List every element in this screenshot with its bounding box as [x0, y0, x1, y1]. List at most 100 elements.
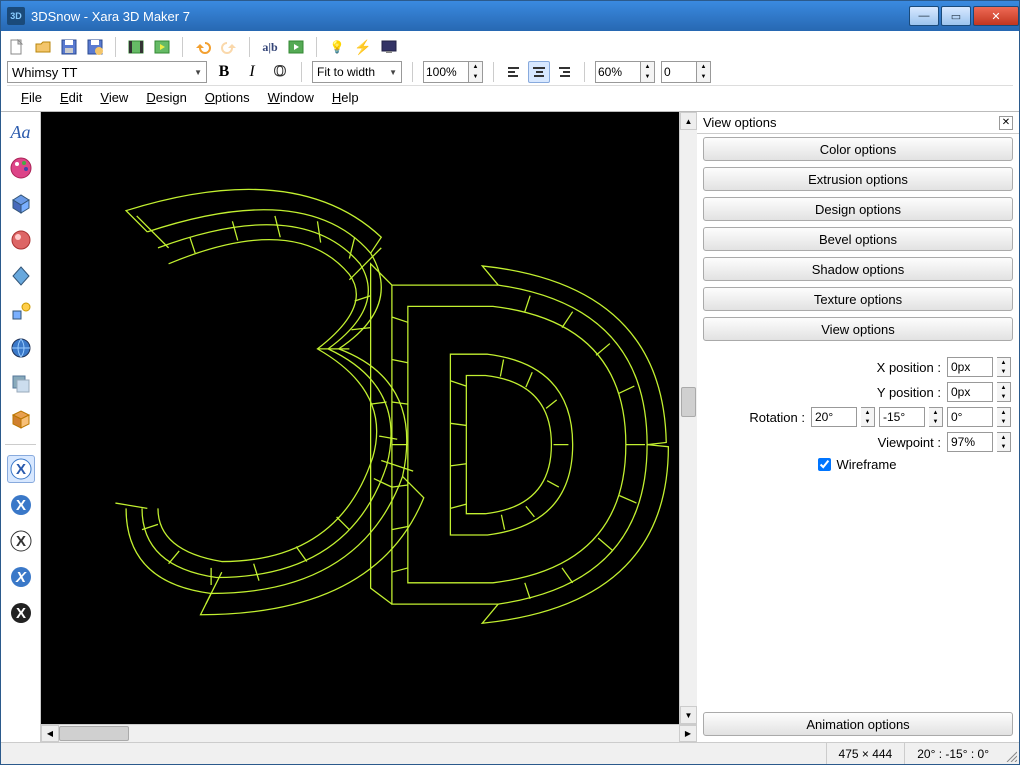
zoom-spinner[interactable]: ▲▼ — [423, 61, 483, 83]
y-position-input[interactable] — [947, 382, 993, 402]
rotation-x-spinner[interactable]: ▲▼ — [861, 407, 875, 427]
save-as-icon[interactable] — [85, 37, 105, 57]
animation-icon[interactable] — [126, 37, 146, 57]
redo-icon[interactable] — [219, 37, 239, 57]
rotation-y-spinner[interactable]: ▲▼ — [929, 407, 943, 427]
close-button[interactable]: ✕ — [973, 6, 1019, 26]
toolbar-row-1: a|b 💡 ⚡ — [7, 35, 1013, 59]
zoom-up[interactable]: ▲ — [469, 62, 482, 72]
align-center-button[interactable] — [528, 61, 550, 83]
material-tool[interactable] — [7, 226, 35, 254]
view-options-button[interactable]: View options — [703, 317, 1013, 341]
stretch-spinner[interactable]: ▲▼ — [595, 61, 655, 83]
rotation-z-spinner[interactable]: ▲▼ — [997, 407, 1011, 427]
new-icon[interactable] — [7, 37, 27, 57]
menu-file[interactable]: File — [21, 90, 42, 105]
bulb-icon[interactable]: 💡 — [327, 37, 347, 57]
rotation-z-input[interactable] — [947, 407, 993, 427]
text-tool-icon[interactable]: a|b — [260, 37, 280, 57]
shadow-options-button[interactable]: Shadow options — [703, 257, 1013, 281]
x-position-spinner[interactable]: ▲▼ — [997, 357, 1011, 377]
color-options-button[interactable]: Color options — [703, 137, 1013, 161]
rotation-x-input[interactable] — [811, 407, 857, 427]
shadow-tool[interactable] — [7, 370, 35, 398]
menu-view[interactable]: View — [100, 90, 128, 105]
x-brand-5[interactable]: X — [7, 599, 35, 627]
vertical-scrollbar[interactable]: ▲ ▼ — [679, 112, 697, 724]
y-position-spinner[interactable]: ▲▼ — [997, 382, 1011, 402]
menu-help[interactable]: Help — [332, 90, 359, 105]
panel-header: View options ✕ — [697, 112, 1019, 134]
toolbar-area: a|b 💡 ⚡ Whimsy TT ▼ B I O Fit to width ▼ — [1, 31, 1019, 112]
menu-window[interactable]: Window — [268, 90, 314, 105]
outline-button[interactable]: O — [269, 61, 291, 83]
resize-grip-icon[interactable] — [1001, 743, 1019, 764]
rotation-y-input[interactable] — [879, 407, 925, 427]
stretch-input[interactable] — [595, 61, 641, 83]
content-area: Aa X X X X X — [1, 112, 1019, 742]
viewpoint-input[interactable] — [947, 432, 993, 452]
window-title: 3DSnow - Xara 3D Maker 7 — [31, 9, 907, 24]
stretch-up[interactable]: ▲ — [641, 62, 654, 72]
zoom-down[interactable]: ▼ — [469, 72, 482, 82]
zoom-input[interactable] — [423, 61, 469, 83]
x-brand-1[interactable]: X — [7, 455, 35, 483]
maximize-button[interactable]: ▭ — [941, 6, 971, 26]
x-brand-4[interactable]: X — [7, 563, 35, 591]
scroll-down-icon[interactable]: ▼ — [680, 706, 697, 724]
hscroll-thumb[interactable] — [59, 726, 129, 741]
status-dimensions: 475 × 444 — [826, 743, 905, 764]
texture-options-button[interactable]: Texture options — [703, 287, 1013, 311]
panel-title: View options — [703, 115, 776, 130]
offset-input[interactable] — [661, 61, 697, 83]
bevel-tool[interactable] — [7, 262, 35, 290]
design-options-button[interactable]: Design options — [703, 197, 1013, 221]
scroll-right-icon[interactable]: ▶ — [679, 725, 697, 742]
palette-tool[interactable] — [7, 154, 35, 182]
align-left-button[interactable] — [504, 61, 526, 83]
fit-select[interactable]: Fit to width ▼ — [312, 61, 402, 83]
text-style-tool[interactable]: Aa — [7, 118, 35, 146]
open-icon[interactable] — [33, 37, 53, 57]
minimize-button[interactable]: — — [909, 6, 939, 26]
x-position-input[interactable] — [947, 357, 993, 377]
view-tool[interactable] — [7, 406, 35, 434]
fit-value: Fit to width — [317, 65, 375, 79]
menu-design[interactable]: Design — [146, 90, 186, 105]
flash-icon[interactable]: ⚡ — [353, 37, 373, 57]
screen-icon[interactable] — [379, 37, 399, 57]
save-icon[interactable] — [59, 37, 79, 57]
undo-icon[interactable] — [193, 37, 213, 57]
x-brand-2[interactable]: X — [7, 491, 35, 519]
extrude-tool[interactable] — [7, 190, 35, 218]
italic-button[interactable]: I — [241, 61, 263, 83]
bevel-options-button[interactable]: Bevel options — [703, 227, 1013, 251]
animation-options-button[interactable]: Animation options — [703, 712, 1013, 736]
stretch-down[interactable]: ▼ — [641, 72, 654, 82]
light-tool[interactable] — [7, 298, 35, 326]
export-animation-icon[interactable] — [152, 37, 172, 57]
font-select[interactable]: Whimsy TT ▼ — [7, 61, 207, 83]
view-options-form: X position : ▲▼ Y position : ▲▼ Rotation… — [697, 344, 1019, 481]
x-brand-3[interactable]: X — [7, 527, 35, 555]
menu-options[interactable]: Options — [205, 90, 250, 105]
statusbar: 475 × 444 20° : -15° : 0° — [1, 742, 1019, 764]
panel-close-icon[interactable]: ✕ — [999, 116, 1013, 130]
offset-spinner[interactable]: ▲▼ — [661, 61, 711, 83]
menubar: File Edit View Design Options Window Hel… — [7, 85, 1013, 111]
offset-up[interactable]: ▲ — [697, 62, 710, 72]
canvas-viewport[interactable] — [41, 112, 679, 724]
offset-down[interactable]: ▼ — [697, 72, 710, 82]
extrusion-options-button[interactable]: Extrusion options — [703, 167, 1013, 191]
vscroll-thumb[interactable] — [681, 387, 696, 417]
horizontal-scrollbar[interactable]: ◀ ▶ — [41, 724, 697, 742]
viewpoint-spinner[interactable]: ▲▼ — [997, 432, 1011, 452]
animation-frames-icon[interactable] — [286, 37, 306, 57]
menu-edit[interactable]: Edit — [60, 90, 82, 105]
scroll-up-icon[interactable]: ▲ — [680, 112, 697, 130]
align-right-button[interactable] — [552, 61, 574, 83]
texture-tool[interactable] — [7, 334, 35, 362]
wireframe-checkbox[interactable] — [818, 458, 831, 471]
scroll-left-icon[interactable]: ◀ — [41, 725, 59, 742]
bold-button[interactable]: B — [213, 61, 235, 83]
